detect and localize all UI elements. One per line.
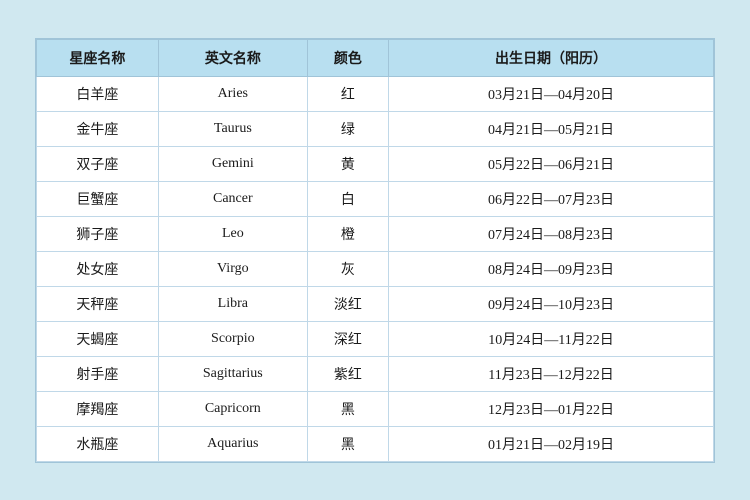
cell-chinese-name: 白羊座: [37, 76, 159, 111]
cell-birth-date: 10月24日—11月22日: [389, 321, 714, 356]
cell-color: 黑: [307, 426, 388, 461]
cell-chinese-name: 金牛座: [37, 111, 159, 146]
cell-birth-date: 03月21日—04月20日: [389, 76, 714, 111]
zodiac-table-container: 星座名称 英文名称 颜色 出生日期（阳历） 白羊座Aries红03月21日—04…: [35, 38, 715, 463]
table-row: 射手座Sagittarius紫红11月23日—12月22日: [37, 356, 714, 391]
cell-english-name: Taurus: [158, 111, 307, 146]
cell-color: 淡红: [307, 286, 388, 321]
cell-color: 灰: [307, 251, 388, 286]
cell-chinese-name: 水瓶座: [37, 426, 159, 461]
cell-english-name: Scorpio: [158, 321, 307, 356]
table-row: 天蝎座Scorpio深红10月24日—11月22日: [37, 321, 714, 356]
cell-birth-date: 01月21日—02月19日: [389, 426, 714, 461]
cell-english-name: Gemini: [158, 146, 307, 181]
cell-english-name: Leo: [158, 216, 307, 251]
cell-color: 黄: [307, 146, 388, 181]
cell-chinese-name: 狮子座: [37, 216, 159, 251]
cell-english-name: Aquarius: [158, 426, 307, 461]
cell-chinese-name: 巨蟹座: [37, 181, 159, 216]
cell-birth-date: 08月24日—09月23日: [389, 251, 714, 286]
cell-english-name: Capricorn: [158, 391, 307, 426]
cell-chinese-name: 双子座: [37, 146, 159, 181]
cell-birth-date: 11月23日—12月22日: [389, 356, 714, 391]
table-row: 天秤座Libra淡红09月24日—10月23日: [37, 286, 714, 321]
cell-birth-date: 06月22日—07月23日: [389, 181, 714, 216]
header-english-name: 英文名称: [158, 39, 307, 76]
cell-color: 深红: [307, 321, 388, 356]
table-row: 狮子座Leo橙07月24日—08月23日: [37, 216, 714, 251]
header-color: 颜色: [307, 39, 388, 76]
cell-english-name: Cancer: [158, 181, 307, 216]
cell-chinese-name: 天蝎座: [37, 321, 159, 356]
cell-chinese-name: 摩羯座: [37, 391, 159, 426]
table-row: 巨蟹座Cancer白06月22日—07月23日: [37, 181, 714, 216]
cell-birth-date: 04月21日—05月21日: [389, 111, 714, 146]
zodiac-table: 星座名称 英文名称 颜色 出生日期（阳历） 白羊座Aries红03月21日—04…: [36, 39, 714, 462]
table-header-row: 星座名称 英文名称 颜色 出生日期（阳历）: [37, 39, 714, 76]
header-chinese-name: 星座名称: [37, 39, 159, 76]
cell-chinese-name: 射手座: [37, 356, 159, 391]
cell-english-name: Aries: [158, 76, 307, 111]
cell-chinese-name: 天秤座: [37, 286, 159, 321]
table-row: 金牛座Taurus绿04月21日—05月21日: [37, 111, 714, 146]
cell-birth-date: 05月22日—06月21日: [389, 146, 714, 181]
cell-color: 红: [307, 76, 388, 111]
cell-color: 紫红: [307, 356, 388, 391]
table-row: 水瓶座Aquarius黑01月21日—02月19日: [37, 426, 714, 461]
table-row: 处女座Virgo灰08月24日—09月23日: [37, 251, 714, 286]
table-body: 白羊座Aries红03月21日—04月20日金牛座Taurus绿04月21日—0…: [37, 76, 714, 461]
table-row: 白羊座Aries红03月21日—04月20日: [37, 76, 714, 111]
cell-color: 黑: [307, 391, 388, 426]
cell-english-name: Libra: [158, 286, 307, 321]
cell-birth-date: 07月24日—08月23日: [389, 216, 714, 251]
table-row: 摩羯座Capricorn黑12月23日—01月22日: [37, 391, 714, 426]
cell-birth-date: 09月24日—10月23日: [389, 286, 714, 321]
cell-birth-date: 12月23日—01月22日: [389, 391, 714, 426]
header-birth-date: 出生日期（阳历）: [389, 39, 714, 76]
cell-english-name: Virgo: [158, 251, 307, 286]
cell-color: 白: [307, 181, 388, 216]
cell-chinese-name: 处女座: [37, 251, 159, 286]
cell-color: 绿: [307, 111, 388, 146]
cell-color: 橙: [307, 216, 388, 251]
table-row: 双子座Gemini黄05月22日—06月21日: [37, 146, 714, 181]
cell-english-name: Sagittarius: [158, 356, 307, 391]
